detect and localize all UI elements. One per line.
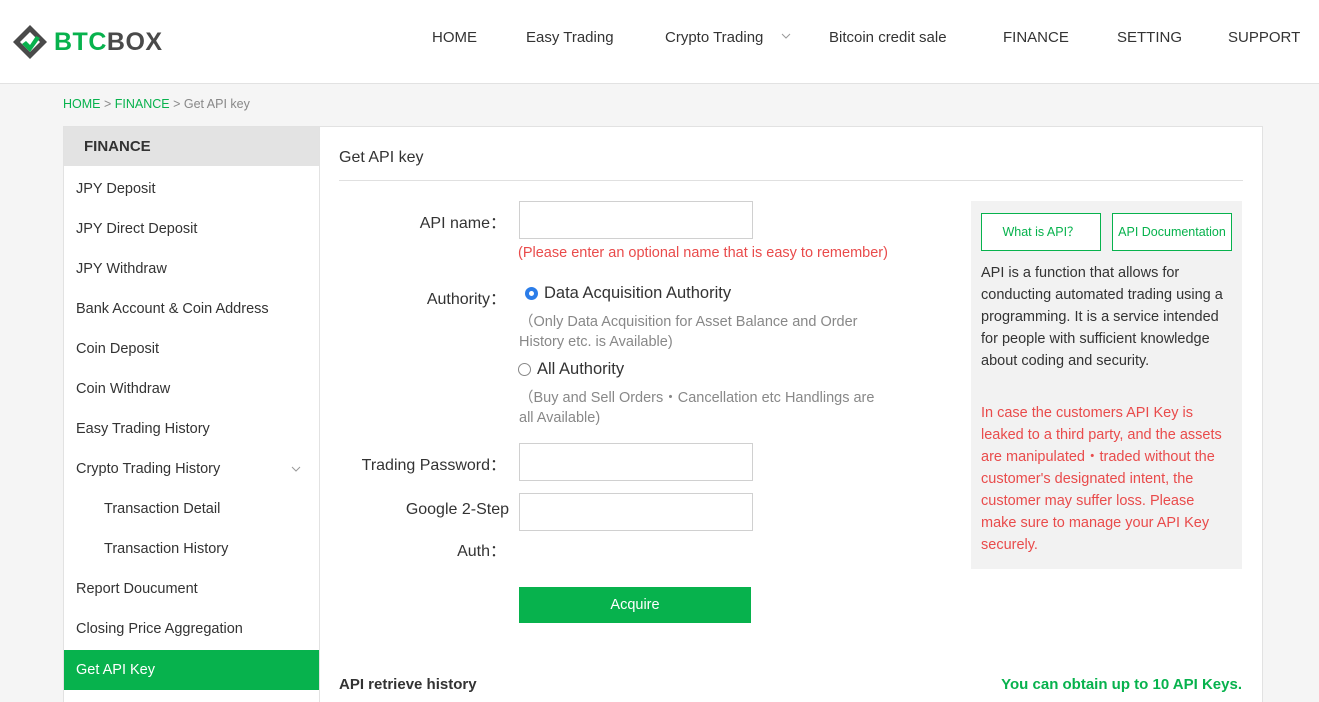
acquire-button[interactable]: Acquire	[519, 587, 751, 623]
sidebar-item-jpy-deposit[interactable]: JPY Deposit	[64, 169, 319, 209]
sidebar-item-crypto-trading-history[interactable]: Crypto Trading History	[64, 449, 319, 489]
nav-setting[interactable]: SETTING	[1117, 29, 1182, 46]
radio-unselected-icon[interactable]	[518, 363, 531, 376]
google-2fa-label-line1: Google 2-Step	[405, 501, 509, 518]
sidebar-item-jpy-withdraw[interactable]: JPY Withdraw	[64, 249, 319, 289]
sidebar-item-coin-deposit[interactable]: Coin Deposit	[64, 329, 319, 369]
what-is-api-button[interactable]: What is API？	[981, 213, 1101, 251]
breadcrumb-separator: >	[100, 97, 115, 111]
breadcrumb: HOME > FINANCE > Get API key	[63, 97, 250, 111]
sidebar-item-transaction-detail[interactable]: Transaction Detail	[64, 489, 319, 529]
main-panel: Get API key API name： (Please enter an o…	[320, 126, 1263, 702]
api-security-warning: In case the customers API Key is leaked …	[981, 405, 1222, 553]
sidebar-item-closing-price[interactable]: Closing Price Aggregation	[64, 609, 319, 649]
api-key-limit-note: You can obtain up to 10 API Keys.	[1001, 676, 1242, 693]
top-header: BTCBOX HOME Easy Trading Crypto Trading …	[0, 0, 1319, 84]
sidebar-heading: FINANCE	[64, 127, 319, 166]
radio-label: All Authority	[537, 360, 625, 378]
sidebar-item-report-document[interactable]: Report Doucument	[64, 569, 319, 609]
sidebar-item-get-api-key[interactable]: Get API Key	[64, 650, 319, 690]
authority-label: Authority：	[426, 291, 506, 308]
finance-sidebar: FINANCE JPY Deposit JPY Direct Deposit J…	[63, 126, 320, 702]
breadcrumb-finance[interactable]: FINANCE	[115, 97, 170, 111]
all-authority-note: （Buy and Sell Orders・Cancellation etc Ha…	[519, 390, 875, 426]
sidebar-item-easy-trading-history[interactable]: Easy Trading History	[64, 409, 319, 449]
radio-selected-icon[interactable]	[525, 287, 538, 300]
page-title: Get API key	[339, 149, 424, 166]
trading-password-input[interactable]	[519, 443, 753, 481]
radio-all-authority[interactable]: All Authority	[518, 360, 624, 379]
api-name-hint: (Please enter an optional name that is e…	[518, 245, 888, 261]
api-history-title: API retrieve history	[339, 676, 477, 693]
nav-finance[interactable]: FINANCE	[1003, 29, 1069, 46]
sidebar-item-label: Crypto Trading History	[76, 461, 221, 477]
breadcrumb-current: Get API key	[183, 97, 250, 111]
nav-support[interactable]: SUPPORT	[1228, 29, 1300, 46]
google-2fa-input[interactable]	[519, 493, 753, 531]
breadcrumb-separator: >	[169, 97, 184, 111]
google-2fa-label-line2: Auth：	[457, 543, 506, 560]
data-acquisition-note: （Only Data Acquisition for Asset Balance…	[519, 314, 858, 350]
btcbox-logo[interactable]: BTCBOX	[12, 24, 163, 60]
sidebar-item-jpy-direct-deposit[interactable]: JPY Direct Deposit	[64, 209, 319, 249]
chevron-down-icon[interactable]	[291, 464, 301, 474]
nav-bitcoin-credit-sale[interactable]: Bitcoin credit sale	[829, 29, 947, 46]
nav-crypto-trading[interactable]: Crypto Trading	[665, 29, 763, 46]
sidebar-item-transaction-history[interactable]: Transaction History	[64, 529, 319, 569]
trading-password-label: Trading Password：	[361, 457, 506, 474]
chevron-down-icon[interactable]	[781, 31, 791, 41]
sidebar-item-bank-account[interactable]: Bank Account & Coin Address	[64, 289, 319, 329]
api-info-box: What is API？ API Documentation API is a …	[971, 201, 1242, 569]
api-description: API is a function that allows for conduc…	[981, 265, 1223, 369]
sidebar-item-coin-withdraw[interactable]: Coin Withdraw	[64, 369, 319, 409]
logo-text: BTCBOX	[54, 27, 163, 56]
api-name-input[interactable]	[519, 201, 753, 239]
radio-label: Data Acquisition Authority	[544, 284, 732, 302]
api-name-label: API name：	[419, 215, 506, 232]
api-documentation-button[interactable]: API Documentation	[1112, 213, 1232, 251]
breadcrumb-home[interactable]: HOME	[63, 97, 101, 111]
logo-mark-icon	[13, 25, 47, 59]
nav-home[interactable]: HOME	[432, 29, 477, 46]
title-divider	[339, 180, 1243, 181]
nav-easy-trading[interactable]: Easy Trading	[526, 29, 614, 46]
radio-data-acquisition[interactable]: Data Acquisition Authority	[525, 284, 731, 303]
